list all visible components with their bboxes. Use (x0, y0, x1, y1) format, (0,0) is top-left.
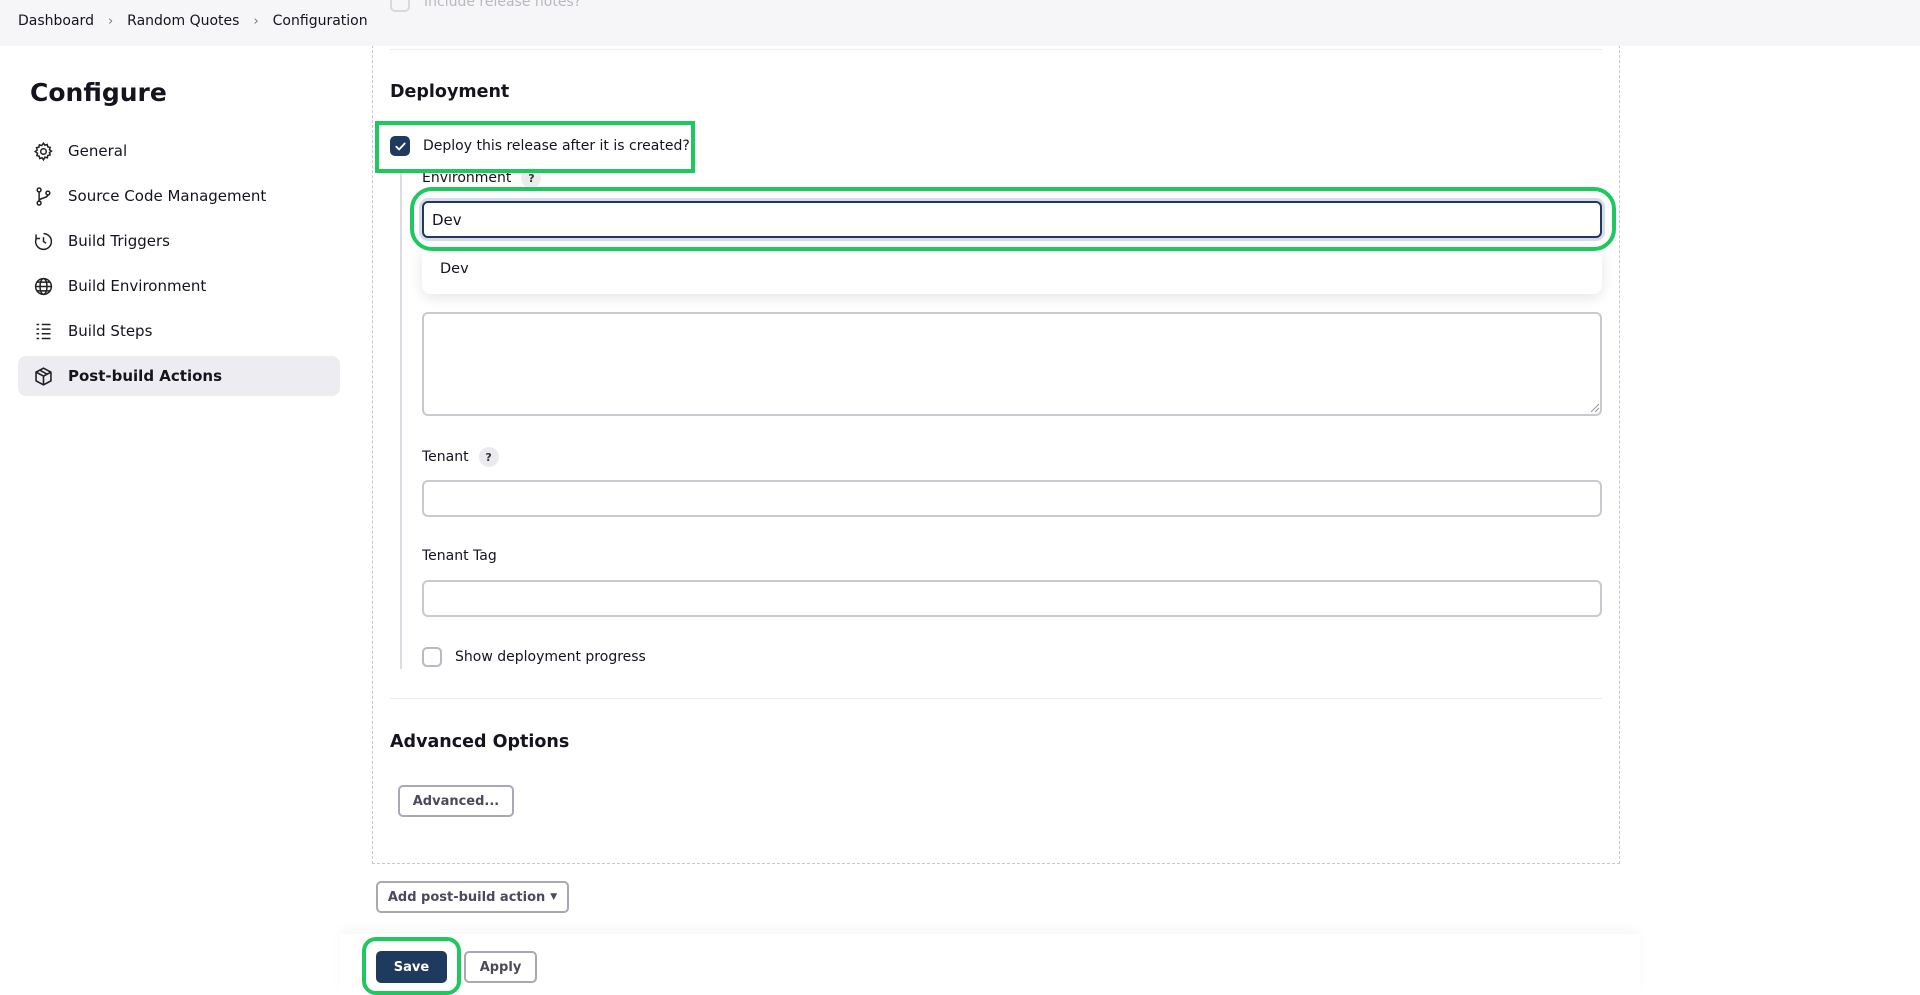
globe-icon (32, 275, 54, 297)
git-branch-icon (32, 185, 54, 207)
sidebar-item-label: Build Environment (68, 277, 207, 295)
tenant-label-text: Tenant (422, 449, 469, 465)
help-icon[interactable]: ? (521, 168, 542, 188)
environment-autocomplete-dropdown: Dev (422, 246, 1602, 294)
breadcrumb: Dashboard › Random Quotes › Configuratio… (18, 13, 368, 29)
advanced-options-heading: Advanced Options (390, 732, 570, 752)
sidebar-item-label: Build Triggers (68, 232, 170, 250)
gear-icon (32, 140, 54, 162)
breadcrumb-random-quotes[interactable]: Random Quotes (127, 13, 239, 29)
tenant-input[interactable] (422, 480, 1602, 517)
resize-grip-icon[interactable] (1590, 403, 1600, 413)
sidebar-item-build-steps[interactable]: Build Steps (18, 311, 340, 351)
environment-label: Environment ? (422, 168, 542, 188)
include-release-notes-option[interactable]: Include release notes? (390, 0, 581, 12)
help-icon[interactable]: ? (478, 447, 499, 467)
save-button[interactable]: Save (376, 951, 447, 983)
show-deployment-progress-label: Show deployment progress (455, 649, 646, 665)
section-divider (390, 49, 1602, 50)
environment-label-text: Environment (422, 170, 512, 186)
tenant-tag-label: Tenant Tag (422, 548, 497, 564)
variables-textarea[interactable] (422, 312, 1602, 416)
advanced-button[interactable]: Advanced... (398, 785, 514, 817)
show-deployment-progress-checkbox[interactable] (422, 647, 442, 667)
tenant-tag-input[interactable] (422, 580, 1602, 617)
sidebar-item-label: Build Steps (68, 322, 153, 340)
top-bar: Dashboard › Random Quotes › Configuratio… (0, 0, 1920, 46)
deployment-heading: Deployment (390, 82, 510, 102)
clock-icon (32, 230, 54, 252)
deploy-release-checkbox[interactable] (390, 136, 410, 156)
tenant-tag-label-text: Tenant Tag (422, 548, 497, 564)
list-icon (32, 320, 54, 342)
add-post-build-action-button[interactable]: Add post-build action ▼ (376, 881, 569, 913)
sidebar-item-source-code-management[interactable]: Source Code Management (18, 176, 340, 216)
page-title: Configure (30, 78, 167, 107)
sidebar-item-build-environment[interactable]: Build Environment (18, 266, 340, 306)
deploy-release-option[interactable]: Deploy this release after it is created? (390, 136, 690, 156)
chevron-right-icon: › (107, 13, 114, 29)
caret-down-icon: ▼ (550, 892, 558, 902)
breadcrumb-dashboard[interactable]: Dashboard (18, 13, 94, 29)
sidebar-item-build-triggers[interactable]: Build Triggers (18, 221, 340, 261)
add-post-build-action-label: Add post-build action (387, 889, 546, 905)
sidebar: Configure General Source Code Management… (18, 70, 340, 401)
nested-options-guide (400, 172, 402, 669)
tenant-label: Tenant ? (422, 447, 499, 467)
check-icon (394, 142, 406, 150)
deploy-release-label: Deploy this release after it is created? (423, 138, 690, 154)
environment-suggestion-option[interactable]: Dev (440, 261, 469, 277)
include-release-notes-label: Include release notes? (424, 0, 582, 10)
include-release-notes-checkbox[interactable] (390, 0, 410, 12)
breadcrumb-configuration[interactable]: Configuration (273, 13, 368, 29)
sidebar-item-label: Post-build Actions (68, 367, 223, 385)
environment-input[interactable] (422, 201, 1602, 238)
sidebar-item-label: General (68, 142, 128, 160)
show-deployment-progress-option[interactable]: Show deployment progress (422, 647, 646, 667)
package-icon (32, 365, 54, 387)
sidebar-item-general[interactable]: General (18, 131, 340, 171)
section-divider (390, 698, 1602, 699)
apply-button[interactable]: Apply (464, 951, 537, 983)
chevron-right-icon: › (253, 13, 259, 29)
sidebar-item-post-build-actions[interactable]: Post-build Actions (18, 356, 340, 396)
sidebar-item-label: Source Code Management (68, 187, 267, 205)
